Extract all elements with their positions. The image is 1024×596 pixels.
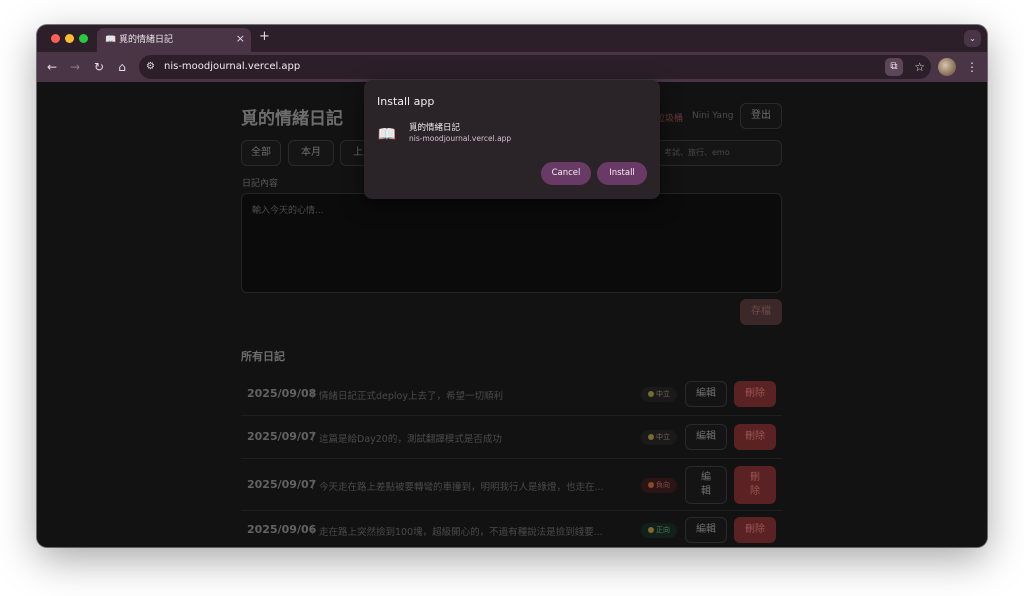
reload-button[interactable]: ↻ bbox=[91, 59, 107, 75]
address-bar[interactable]: ⚙ nis-moodjournal.vercel.app ⧉ ☆ bbox=[139, 55, 931, 79]
entry-date: 2025/09/06 bbox=[247, 523, 317, 536]
tab-strip: 📖 覓的情緒日記 × + ⌄ bbox=[37, 25, 987, 52]
edit-button[interactable]: 編輯 bbox=[685, 517, 727, 543]
mood-dot-icon bbox=[648, 527, 654, 533]
mood-dot-icon bbox=[648, 482, 654, 488]
delete-button[interactable]: 刪除 bbox=[734, 466, 776, 504]
entry-text: 今天走在路上差點被要轉彎的車撞到，明明我行人是綠燈，也走在... bbox=[319, 482, 604, 493]
entry-separator: | bbox=[311, 388, 315, 399]
entry-separator: | bbox=[311, 431, 315, 442]
delete-button[interactable]: 刪除 bbox=[734, 424, 776, 450]
minimize-window-button[interactable] bbox=[65, 34, 74, 43]
save-button[interactable]: 存檔 bbox=[740, 299, 782, 325]
edit-button[interactable]: 編輯 bbox=[685, 381, 727, 407]
zoom-window-button[interactable] bbox=[79, 34, 88, 43]
app-book-icon: 📖 bbox=[377, 125, 397, 143]
profile-avatar[interactable] bbox=[938, 58, 956, 76]
mood-dot-icon bbox=[648, 434, 654, 440]
edit-button[interactable]: 編輯 bbox=[685, 466, 727, 504]
edit-button[interactable]: 編輯 bbox=[685, 424, 727, 450]
home-button[interactable]: ⌂ bbox=[114, 59, 130, 75]
browser-window: 📖 覓的情緒日記 × + ⌄ ← → ↻ ⌂ ⚙ nis-moodjournal… bbox=[37, 25, 987, 547]
url-text[interactable]: nis-moodjournal.vercel.app bbox=[164, 60, 300, 74]
install-app-icon[interactable]: ⧉ bbox=[885, 58, 903, 76]
tab-title: 覓的情緒日記 bbox=[119, 35, 174, 45]
bookmark-star-icon[interactable]: ☆ bbox=[914, 59, 925, 75]
entry-date: 2025/09/07 bbox=[247, 430, 317, 443]
diary-textarea[interactable]: 輸入今天的心情... bbox=[241, 193, 782, 293]
install-app-dialog: Install app 📖 覓的情緒日記 nis-moodjournal.ver… bbox=[364, 80, 660, 199]
menu-icon[interactable]: ⋮ bbox=[966, 58, 978, 76]
trash-link[interactable]: 垃圾桶 bbox=[656, 111, 683, 124]
logout-button[interactable]: 登出 bbox=[740, 103, 782, 129]
search-input[interactable]: 考試、旅行、emo bbox=[657, 140, 782, 166]
list-item: 2025/09/06 | 走在路上突然撿到100塊，超級開心的，不過有種說法是撿… bbox=[241, 511, 782, 547]
section-title: 所有日記 bbox=[241, 350, 285, 363]
user-name: Nini Yang bbox=[692, 111, 734, 121]
content-label: 日記內容 bbox=[242, 179, 279, 189]
mood-dot-icon bbox=[648, 391, 654, 397]
site-info-icon[interactable]: ⚙ bbox=[146, 60, 155, 74]
list-item: 2025/09/07 | 今天走在路上差點被要轉彎的車撞到，明明我行人是綠燈，也… bbox=[241, 459, 782, 511]
filter-this-month-button[interactable]: 本月 bbox=[288, 140, 334, 166]
entry-date: 2025/09/08 bbox=[247, 387, 317, 400]
forward-button[interactable]: → bbox=[67, 59, 83, 75]
mood-badge: 正向 bbox=[641, 523, 677, 538]
filter-all-button[interactable]: 全部 bbox=[241, 140, 281, 166]
entry-separator: | bbox=[311, 479, 315, 490]
delete-button[interactable]: 刪除 bbox=[734, 381, 776, 407]
browser-toolbar: ← → ↻ ⌂ ⚙ nis-moodjournal.vercel.app ⧉ ☆… bbox=[37, 52, 987, 82]
dialog-title: Install app bbox=[377, 95, 435, 108]
new-tab-button[interactable]: + bbox=[259, 30, 270, 44]
book-icon: 📖 bbox=[105, 35, 117, 45]
cancel-button[interactable]: Cancel bbox=[541, 162, 591, 185]
entry-text: 走在路上突然撿到100塊，超級開心的，不過有種說法是撿到錢要... bbox=[319, 527, 603, 538]
tab-active[interactable]: 📖 覓的情緒日記 × bbox=[97, 28, 251, 52]
tab-search-button[interactable]: ⌄ bbox=[964, 30, 981, 47]
list-item: 2025/09/08 | 情緒日記正式deploy上去了，希望一切順利 中立 編… bbox=[241, 373, 782, 416]
entry-text: 這篇是給Day20的，測試翻譯模式是否成功 bbox=[319, 434, 502, 445]
back-button[interactable]: ← bbox=[44, 59, 60, 75]
close-tab-icon[interactable]: × bbox=[236, 33, 245, 45]
dialog-app-url: nis-moodjournal.vercel.app bbox=[409, 134, 512, 143]
entry-separator: | bbox=[311, 524, 315, 535]
entry-text: 情緒日記正式deploy上去了，希望一切順利 bbox=[319, 391, 503, 402]
install-button[interactable]: Install bbox=[597, 162, 647, 185]
mood-badge: 中立 bbox=[641, 430, 677, 445]
dialog-app-name: 覓的情緒日記 bbox=[409, 123, 461, 133]
mood-badge: 負向 bbox=[641, 478, 677, 493]
mood-badge: 中立 bbox=[641, 387, 677, 402]
list-item: 2025/09/07 | 這篇是給Day20的，測試翻譯模式是否成功 中立 編輯… bbox=[241, 416, 782, 459]
delete-button[interactable]: 刪除 bbox=[734, 517, 776, 543]
close-window-button[interactable] bbox=[51, 34, 60, 43]
entry-date: 2025/09/07 bbox=[247, 478, 317, 491]
page-title: 覓的情緒日記 bbox=[241, 109, 343, 129]
